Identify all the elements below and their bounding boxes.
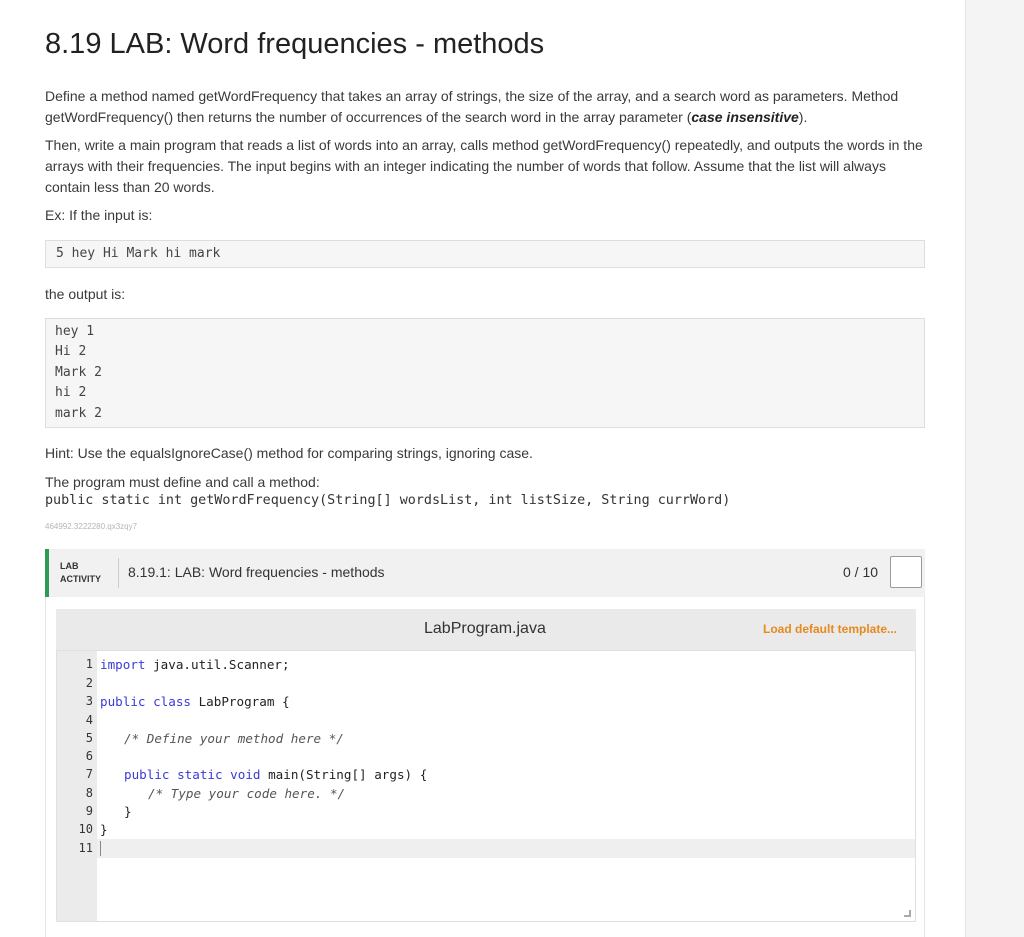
code-text: java.util.Scanner;	[145, 657, 290, 672]
activity-id: 464992.3222280.qx3zqy7	[45, 522, 138, 531]
must-define-text: The program must define and call a metho…	[45, 474, 320, 490]
lab-activity-label: LAB ACTIVITY	[60, 560, 101, 586]
lab-activity-header: LAB ACTIVITY 8.19.1: LAB: Word frequenci…	[45, 549, 925, 597]
code-text: LabProgram {	[191, 694, 290, 709]
divider	[118, 558, 119, 588]
line-number: 7	[85, 767, 93, 781]
completion-checkbox-icon	[890, 556, 922, 588]
line-number: 6	[85, 749, 93, 763]
lab-editor-panel: LabProgram.java Load default template...…	[45, 597, 925, 937]
line-number: 11	[78, 841, 93, 855]
code-keyword: import	[100, 657, 146, 672]
line-number: 4	[85, 713, 93, 727]
editor-header: LabProgram.java Load default template...	[56, 609, 916, 650]
method-signature: public static int getWordFrequency(Strin…	[45, 493, 731, 508]
case-insensitive-emphasis: case insensitive	[691, 109, 799, 125]
code-line-3: public class LabProgram {	[100, 694, 290, 709]
code-line-1: import java.util.Scanner;	[100, 657, 290, 672]
output-line: Mark 2	[55, 364, 102, 380]
line-number: 9	[85, 804, 93, 818]
file-name: LabProgram.java	[424, 620, 546, 637]
load-default-template-button[interactable]: Load default template...	[763, 622, 897, 636]
example-output-box: hey 1 Hi 2 Mark 2 hi 2 mark 2	[45, 318, 925, 428]
code-keyword: public static void	[124, 767, 261, 782]
page-title: 8.19 LAB: Word frequencies - methods	[45, 28, 545, 60]
line-number: 8	[85, 786, 93, 800]
lab-label-line1: LAB	[60, 561, 79, 571]
code-comment: /* Define your method here */	[124, 731, 344, 746]
output-intro: the output is:	[45, 286, 126, 302]
code-line-7: public static void main(String[] args) {	[124, 767, 427, 782]
line-number: 10	[78, 822, 93, 836]
description-paragraph-2: Then, write a main program that reads a …	[45, 137, 923, 195]
lab-activity-title: 8.19.1: LAB: Word frequencies - methods	[128, 564, 385, 580]
lab-score: 0 / 10	[843, 564, 879, 580]
code-line-9: }	[124, 804, 132, 819]
output-line: mark 2	[55, 405, 102, 421]
code-line-10: }	[100, 822, 108, 837]
output-line: hey 1	[55, 324, 95, 339]
hint-text: Hint: Use the equalsIgnoreCase() method …	[45, 445, 533, 461]
example-input: 5 hey Hi Mark hi mark	[56, 246, 221, 261]
output-line: Hi 2	[55, 344, 87, 360]
page: 8.19 LAB: Word frequencies - methods Def…	[0, 0, 966, 937]
example-input-box: 5 hey Hi Mark hi mark	[45, 240, 925, 268]
line-number: 2	[85, 676, 93, 690]
code-text: main(String[] args) {	[260, 767, 428, 782]
line-number-gutter: 1 2 3 4 5 6 7 8 9 10 11	[57, 651, 97, 921]
code-editor[interactable]: 1 2 3 4 5 6 7 8 9 10 11 import java.util…	[56, 650, 916, 922]
line-number: 1	[85, 657, 93, 671]
resize-handle-icon[interactable]	[904, 910, 911, 917]
active-line-highlight	[97, 839, 915, 858]
line-number: 5	[85, 731, 93, 745]
description-paragraph-1: Define a method named getWordFrequency t…	[45, 86, 925, 128]
text-cursor	[100, 841, 101, 856]
code-comment: /* Type your code here. */	[148, 786, 346, 801]
lab-label-line2: ACTIVITY	[60, 574, 102, 584]
description-text-end: ).	[798, 109, 808, 125]
code-keyword: public class	[100, 694, 191, 709]
output-line: hi 2	[55, 385, 87, 401]
example-intro: Ex: If the input is:	[45, 207, 153, 223]
line-number: 3	[85, 694, 93, 708]
